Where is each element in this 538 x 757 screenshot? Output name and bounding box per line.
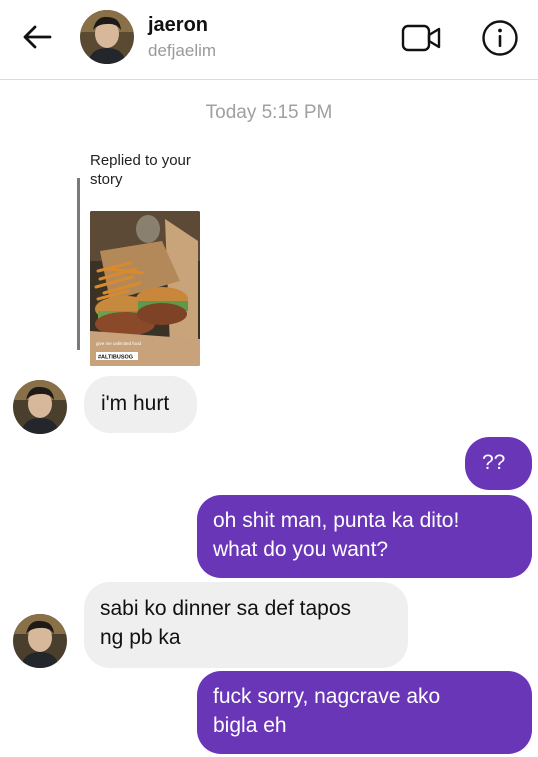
- message-bubble-incoming[interactable]: sabi ko dinner sa def tapos ng pb ka: [84, 582, 408, 668]
- video-camera-icon[interactable]: [400, 20, 442, 56]
- arrow-left-icon[interactable]: [20, 22, 54, 52]
- message-bubble-outgoing[interactable]: oh shit man, punta ka dito! what do you …: [197, 495, 532, 578]
- reply-indicator-bar: [77, 178, 80, 350]
- avatar[interactable]: [13, 614, 67, 668]
- message-bubble-incoming[interactable]: i'm hurt: [84, 376, 197, 433]
- info-circle-icon[interactable]: [481, 19, 519, 57]
- message-text-line: bigla eh: [213, 714, 287, 737]
- story-hashtag: #ALTIBUSOG: [98, 355, 133, 361]
- message-text-line: fuck sorry, nagcrave ako: [213, 685, 441, 708]
- message-text-line: what do you want?: [213, 538, 389, 561]
- story-reply-label: Replied to your story: [90, 152, 191, 188]
- message-text-line: ng pb ka: [100, 626, 181, 649]
- contact-username: defjaelim: [148, 41, 217, 60]
- story-thumbnail[interactable]: give me unlimited food #ALTIBUSOG: [90, 211, 200, 366]
- timestamp: Today 5:15 PM: [205, 102, 333, 123]
- message-text: i'm hurt: [101, 392, 170, 415]
- message-bubble-outgoing[interactable]: fuck sorry, nagcrave ako bigla eh: [197, 671, 532, 754]
- message-bubble-outgoing[interactable]: ??: [465, 437, 532, 490]
- message-text-line: sabi ko dinner sa def tapos: [100, 597, 351, 620]
- message-text-line: oh shit man, punta ka dito!: [213, 509, 460, 532]
- message-text: ??: [482, 451, 506, 474]
- story-caption: give me unlimited food: [96, 341, 142, 346]
- avatar[interactable]: [80, 10, 134, 64]
- avatar[interactable]: [13, 380, 67, 434]
- contact-name[interactable]: jaeron: [148, 14, 208, 37]
- chat-header: jaeron defjaelim: [0, 0, 538, 80]
